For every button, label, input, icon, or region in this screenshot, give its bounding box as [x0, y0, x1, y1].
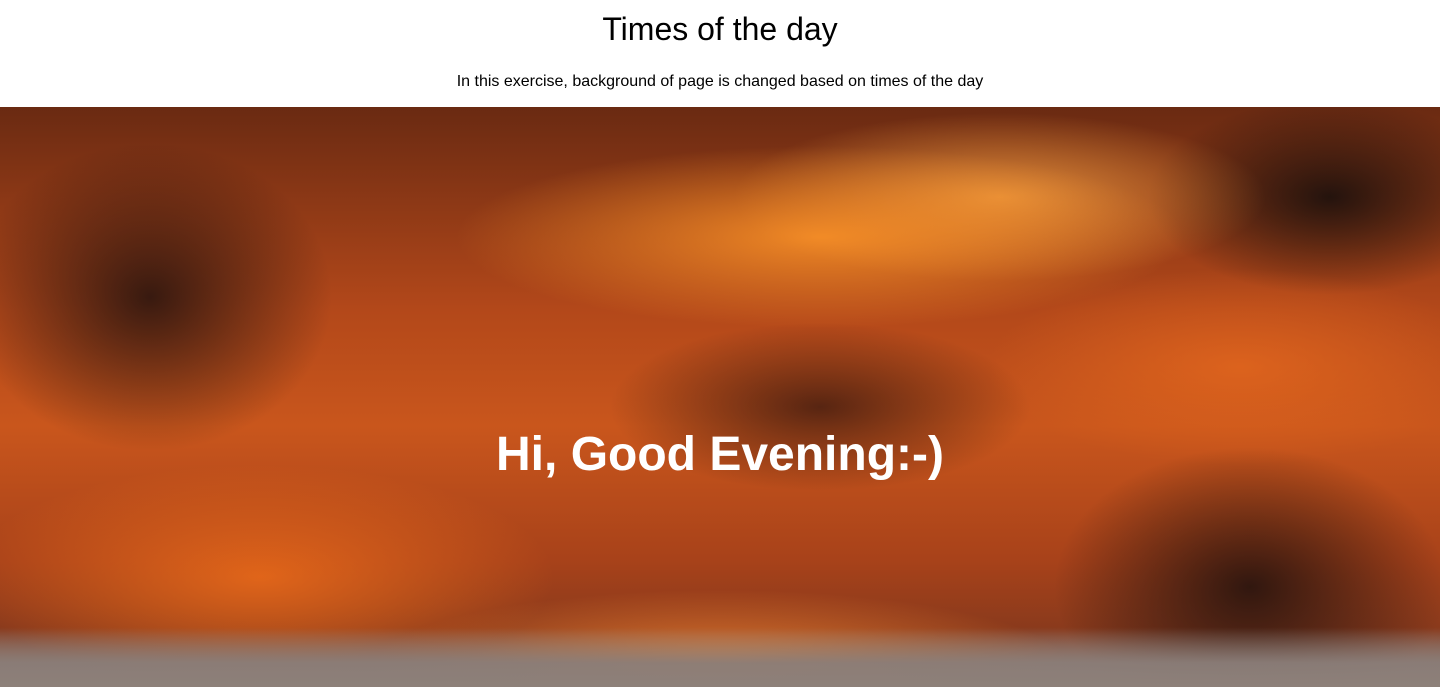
evening-sky-background: Hi, Good Evening:-)	[0, 107, 1440, 687]
page: Times of the day In this exercise, backg…	[0, 0, 1440, 687]
page-header: Times of the day In this exercise, backg…	[0, 0, 1440, 107]
greeting-text: Hi, Good Evening:-)	[496, 428, 944, 481]
page-title: Times of the day	[602, 11, 838, 47]
page-subtitle: In this exercise, background of page is …	[456, 73, 984, 90]
